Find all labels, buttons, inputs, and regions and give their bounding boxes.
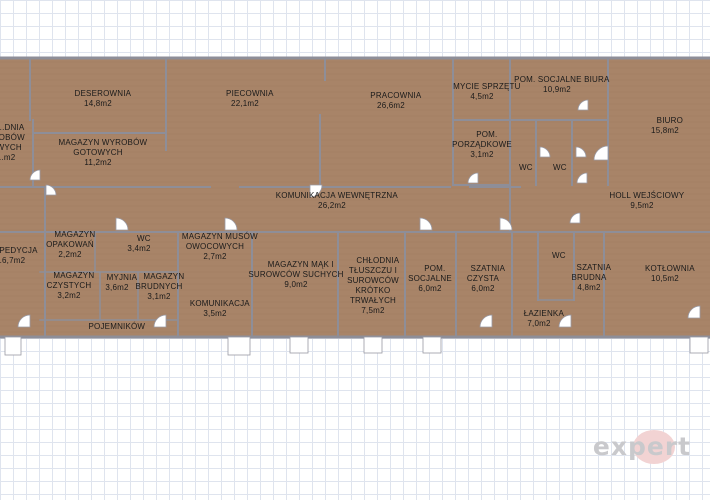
- room-label-pojemnikow: POJEMNIKÓW: [88, 322, 146, 331]
- room-label-biuro: BIURO 15,8m2: [651, 116, 684, 135]
- room-label-szatnia-czysta: SZATNIA CZYSTA 6,0m2: [466, 264, 506, 293]
- exterior-opening: [4, 336, 22, 356]
- room-label-holl-wejsciowy: HOLL WEJŚCIOWY 9,5m2: [609, 191, 685, 210]
- room-label-deserownia: DESEROWNIA 14,8m2: [74, 89, 132, 108]
- room-label-pom-socjalne: POM. SOCJALNE 6,0m2: [408, 264, 452, 293]
- room-label-magazyn-musow: MAGAZYN MUSÓW OWOCOWYCH 2,7m2: [181, 232, 258, 261]
- room-label-pom-socjalne-biura: POM. SOCJALNE BIURA 10,9m2: [514, 75, 610, 94]
- room-label-myjnia: MYJNIA 3,6m2: [105, 273, 138, 292]
- room-label-magazyn-mak: MAGAZYN MĄK I SUROWCÓW SUCHYCH 9,0m2: [248, 260, 344, 289]
- room-label-komunikacja: KOMUNIKACJA 3,5m2: [189, 299, 250, 318]
- room-label-lazienka: ŁAZIENKA 7,0m2: [523, 309, 564, 328]
- exterior-opening: [689, 336, 709, 354]
- room-label-kotlownia: KOTŁOWNIA 10,5m2: [644, 264, 695, 283]
- room-label-magazyn-wyrobow-gotowych: MAGAZYN WYROBÓW GOTOWYCH 11,2m2: [58, 138, 148, 167]
- exterior-opening: [363, 336, 383, 354]
- room-label-pom-porzadkowe: POM. PORZĄDKOWE 3,1m2: [452, 130, 512, 159]
- room-label-wc-4: WC: [551, 251, 566, 260]
- room-label-piecownia: PIECOWNIA 22,1m2: [226, 89, 274, 108]
- room-label-pracownia: PRACOWNIA 26,6m2: [370, 91, 422, 110]
- room-label-komunikacja-wewnetrzna: KOMUNIKACJA WEWNĘTRZNA 26,2m2: [275, 191, 398, 210]
- room-label-szatnia-brudna: SZATNIA BRUDNA 4,8m2: [571, 263, 612, 292]
- room-label-wc-1: WC: [518, 163, 533, 172]
- exterior-opening: [422, 336, 442, 354]
- room-label-ekspedycja: ...PEDYCJA...6,7m2: [0, 246, 38, 265]
- expert-watermark: expert: [583, 416, 701, 476]
- exterior-opening: [289, 336, 309, 354]
- watermark-text: expert: [592, 431, 692, 461]
- room-label-wc-2: WC: [552, 163, 567, 172]
- room-label-magazyn-wyrobow-left: ...DNIA YROBÓW OWYCH...m2: [0, 123, 25, 162]
- room-label-chlodnia: CHŁODNIA TŁUSZCZU I SUROWCÓW KRÓTKO TRWA…: [347, 256, 400, 315]
- exterior-opening: [227, 336, 251, 356]
